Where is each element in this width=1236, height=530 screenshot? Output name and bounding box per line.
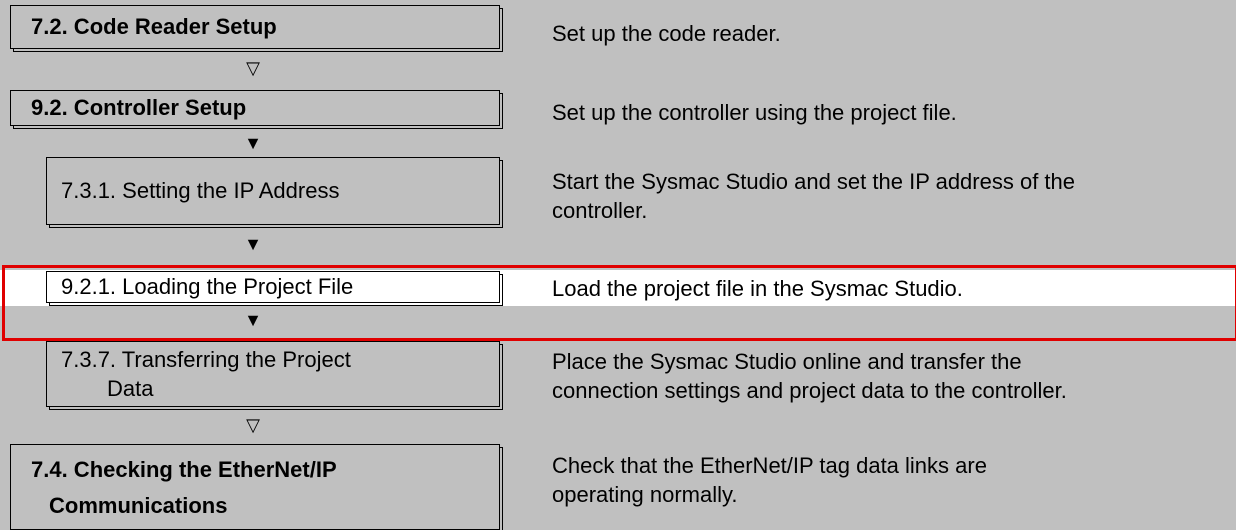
description-line: Place the Sysmac Studio online and trans…: [552, 349, 1022, 374]
filled-down-arrow-icon: ▼: [244, 133, 262, 153]
filled-down-arrow-icon: ▼: [244, 310, 262, 330]
step-box-checking-ethernet-ip: 7.4. Checking the EtherNet/IP Communicat…: [10, 444, 500, 530]
hollow-down-arrow-icon: ▽: [246, 415, 260, 435]
step-label-line: 7.3.7. Transferring the Project: [61, 347, 351, 372]
hollow-down-arrow-icon: ▽: [246, 58, 260, 78]
description-line: operating normally.: [552, 482, 738, 507]
step-description: Load the project file in the Sysmac Stud…: [552, 276, 963, 301]
step-label: 7.3.1. Setting the IP Address: [61, 178, 340, 203]
step-label-line: 7.4. Checking the EtherNet/IP: [31, 457, 337, 482]
step-description: Check that the EtherNet/IP tag data link…: [552, 451, 1232, 509]
step-label: 7.2. Code Reader Setup: [31, 14, 277, 39]
description-line: Check that the EtherNet/IP tag data link…: [552, 453, 987, 478]
description-line: Start the Sysmac Studio and set the IP a…: [552, 169, 1076, 194]
description-line: controller.: [552, 198, 648, 223]
step-label-line: Data: [107, 376, 154, 401]
step-label: 7.4. Checking the EtherNet/IP Communicat…: [11, 445, 337, 524]
step-label-line: Communications: [49, 493, 228, 518]
step-box-code-reader-setup: 7.2. Code Reader Setup: [10, 5, 500, 49]
step-box-setting-ip-address: 7.3.1. Setting the IP Address: [46, 157, 500, 225]
step-box-controller-setup: 9.2. Controller Setup: [10, 90, 500, 126]
step-description: Start the Sysmac Studio and set the IP a…: [552, 167, 1232, 225]
step-label: 7.3.7. Transferring the Project Data: [47, 345, 351, 403]
description-line: connection settings and project data to …: [552, 378, 1067, 403]
step-box-transferring-project-data: 7.3.7. Transferring the Project Data: [46, 341, 500, 407]
filled-down-arrow-icon: ▼: [244, 234, 262, 254]
step-box-loading-project-file: 9.2.1. Loading the Project File: [46, 271, 500, 303]
step-description: Place the Sysmac Studio online and trans…: [552, 347, 1232, 405]
step-description: Set up the code reader.: [552, 21, 781, 46]
step-description: Set up the controller using the project …: [552, 100, 957, 125]
step-label: 9.2. Controller Setup: [31, 95, 247, 120]
step-label: 9.2.1. Loading the Project File: [61, 274, 354, 299]
